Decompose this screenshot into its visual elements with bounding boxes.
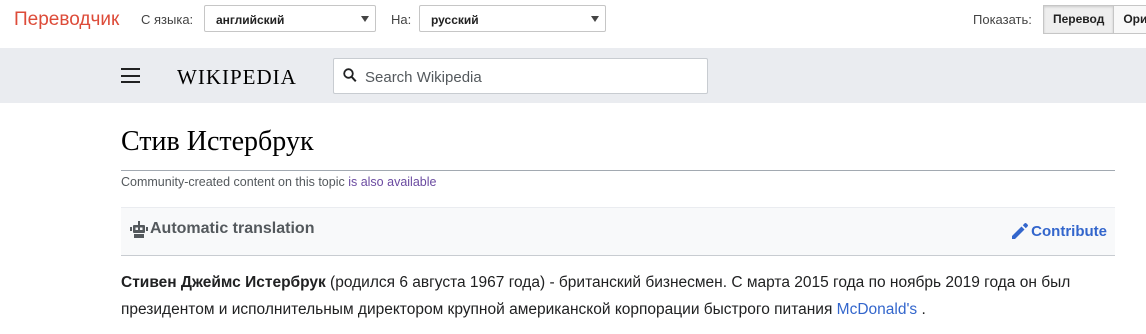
- title-divider: [121, 170, 1115, 171]
- pencil-icon: [1012, 223, 1029, 239]
- robot-icon: [130, 221, 148, 244]
- to-language-value: русский: [431, 13, 479, 27]
- contribute-label: Contribute: [1031, 222, 1107, 240]
- translator-brand[interactable]: Переводчик: [14, 9, 119, 31]
- wikipedia-logo[interactable]: WIKIPEDIA: [177, 65, 297, 90]
- show-original-button[interactable]: Ори: [1114, 5, 1146, 34]
- from-language-select[interactable]: английский: [204, 5, 376, 32]
- show-toggle-group: Перевод Ори: [1043, 5, 1146, 34]
- mcdonalds-link[interactable]: McDonald's: [837, 301, 918, 318]
- show-label: Показать:: [973, 12, 1032, 27]
- chevron-down-icon: [361, 16, 369, 22]
- from-language-value: английский: [216, 13, 285, 27]
- automatic-translation-banner: Automatic translation Contribute: [121, 207, 1115, 256]
- to-language-label: На:: [391, 12, 412, 27]
- community-notice-text: Community-created content on this topic: [121, 175, 349, 189]
- search-input[interactable]: [363, 65, 697, 89]
- article-paragraph: Стивен Джеймс Истербрук (родился 6 авгус…: [121, 269, 1121, 323]
- wikipedia-header: WIKIPEDIA: [0, 48, 1146, 103]
- community-also-available-link[interactable]: also available: [357, 175, 437, 189]
- translate-bar: Переводчик С языка: английский На: русск…: [0, 0, 1146, 40]
- page-title: Стив Истербрук: [121, 126, 314, 157]
- wikipedia-logo-text: WIKIPEDIA: [177, 65, 297, 89]
- automatic-translation-label: Automatic translation: [150, 220, 315, 237]
- chevron-down-icon: [591, 16, 599, 22]
- article-text-end: .: [917, 301, 926, 318]
- from-language-label: С языка:: [141, 12, 194, 27]
- contribute-link[interactable]: Contribute: [1011, 222, 1107, 240]
- article-subject-bold: Стивен Джеймс Истербрук: [121, 274, 326, 291]
- search-icon: [343, 68, 357, 88]
- show-translation-button[interactable]: Перевод: [1043, 5, 1115, 34]
- community-is-link[interactable]: is: [348, 175, 357, 189]
- hamburger-icon[interactable]: [121, 68, 140, 83]
- search-box[interactable]: [333, 58, 708, 94]
- community-notice: Community-created content on this topic …: [121, 175, 436, 189]
- to-language-select[interactable]: русский: [419, 5, 606, 32]
